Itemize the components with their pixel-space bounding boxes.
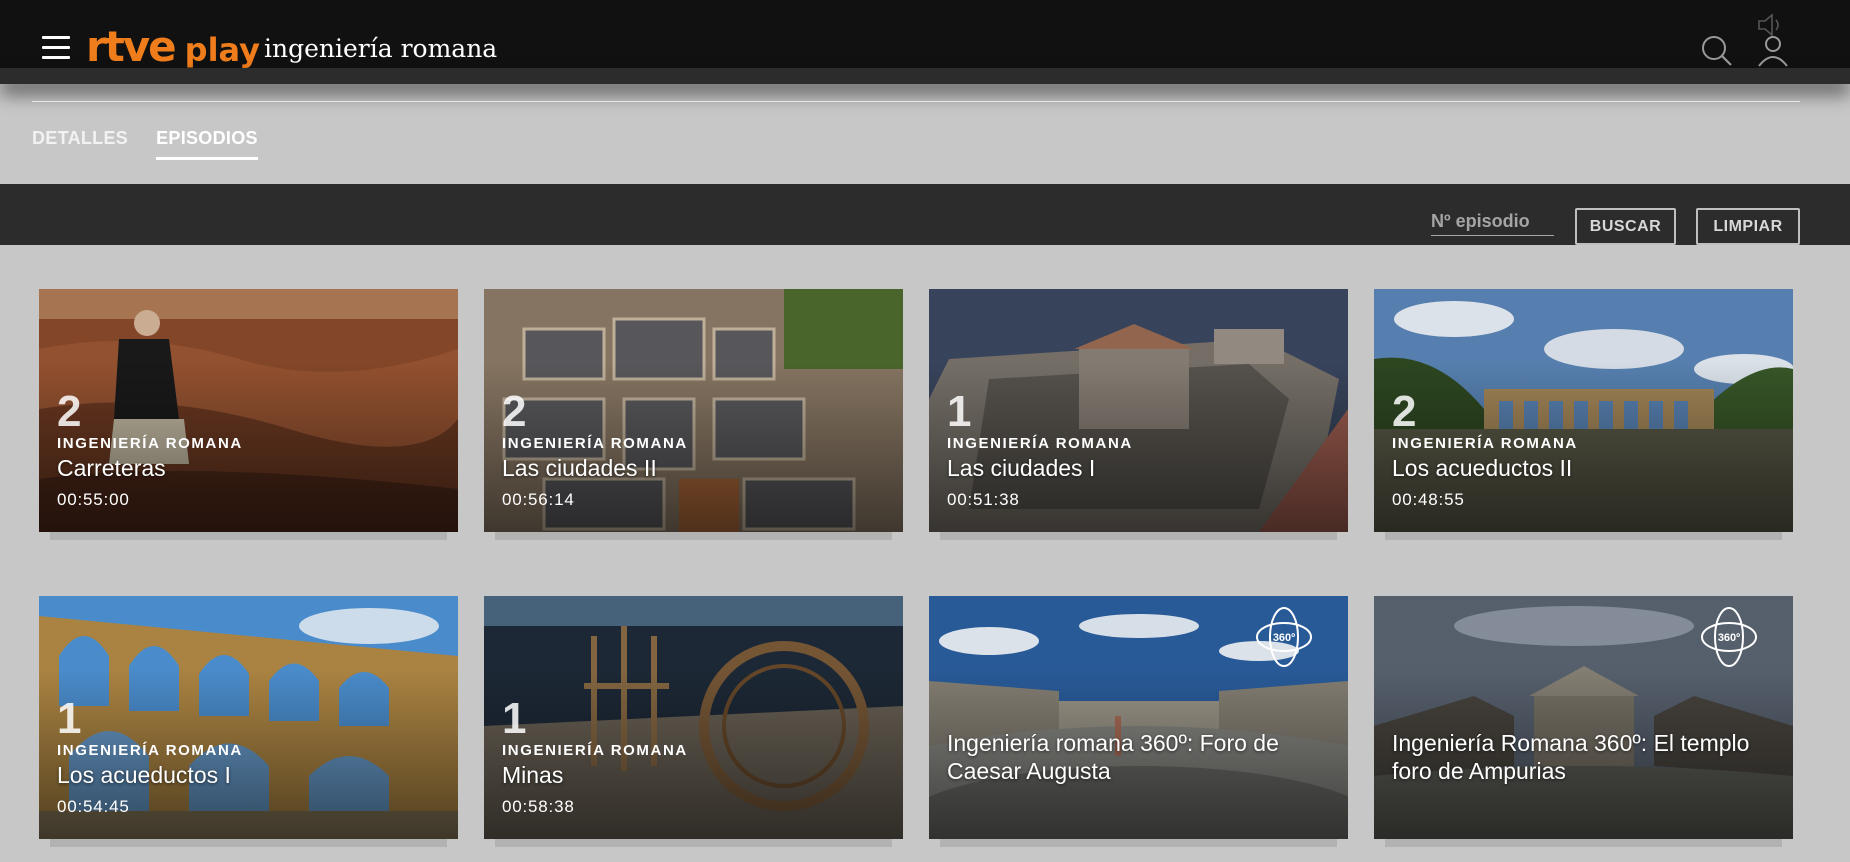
hamburger-menu-icon[interactable] <box>42 36 70 60</box>
360-video-icon: 360º <box>1256 606 1312 668</box>
rtve-play-logo[interactable]: rtve play <box>86 22 260 72</box>
episode-duration: 00:55:00 <box>57 490 130 509</box>
episode-title: Minas <box>502 762 564 788</box>
episode-title: Ingeniería Romana 360º: El templo foro d… <box>1392 730 1750 784</box>
episode-filter-bar: BUSCAR LIMPIAR <box>0 184 1850 245</box>
episode-card[interactable]: 2 INGENIERÍA ROMANA Las ciudades II 00:5… <box>484 289 903 540</box>
search-button[interactable]: BUSCAR <box>1575 208 1676 245</box>
page-title: ingeniería romana <box>264 34 498 63</box>
series-name: INGENIERÍA ROMANA <box>57 435 243 452</box>
episode-duration: 00:54:45 <box>57 797 130 816</box>
episode-duration: 00:48:55 <box>1392 490 1465 509</box>
episode-number: 2 <box>1392 387 1417 436</box>
episode-number: 1 <box>947 387 972 436</box>
svg-text:360º: 360º <box>1718 632 1740 644</box>
svg-text:360º: 360º <box>1273 632 1295 644</box>
divider <box>32 101 1800 102</box>
series-name: INGENIERÍA ROMANA <box>57 742 243 759</box>
episode-title: Los acueductos I <box>57 762 231 788</box>
episode-number-input[interactable] <box>1431 208 1554 236</box>
tab-episodios[interactable]: EPISODIOS <box>156 128 258 160</box>
episode-title: Las ciudades II <box>502 455 657 481</box>
episode-title: Las ciudades I <box>947 455 1096 481</box>
user-icon[interactable] <box>1756 34 1790 68</box>
search-icon[interactable] <box>1700 34 1734 68</box>
series-name: INGENIERÍA ROMANA <box>947 435 1133 452</box>
episode-card[interactable]: 2 INGENIERÍA ROMANA Los acueductos II 00… <box>1374 289 1793 540</box>
episode-duration: 00:51:38 <box>947 490 1020 509</box>
episode-number: 2 <box>502 387 527 436</box>
episode-title: Los acueductos II <box>1392 455 1573 481</box>
series-name: INGENIERÍA ROMANA <box>502 742 688 759</box>
tab-bar: DETALLES EPISODIOS <box>32 128 258 160</box>
episode-title: Ingeniería romana 360º: Foro de Caesar A… <box>947 730 1279 784</box>
series-name: INGENIERÍA ROMANA <box>1392 435 1578 452</box>
episode-duration: 00:56:14 <box>502 490 575 509</box>
episode-card[interactable]: 1 INGENIERÍA ROMANA Las ciudades I 00:51… <box>929 289 1348 540</box>
episode-number: 1 <box>502 694 527 743</box>
episode-card[interactable]: 1 INGENIERÍA ROMANA Los acueductos I 00:… <box>39 596 458 847</box>
clear-button[interactable]: LIMPIAR <box>1696 208 1800 245</box>
header-shadow <box>0 68 1850 84</box>
top-navigation-bar: rtve play ingeniería romana <box>0 0 1850 71</box>
episode-grid: 2 INGENIERÍA ROMANA Carreteras 00:55:00 <box>39 289 1793 847</box>
logo-play-text: play <box>184 31 260 69</box>
episode-number: 1 <box>57 694 82 743</box>
logo-rtve-text: rtve <box>86 22 177 71</box>
episode-title: Carreteras <box>57 455 166 481</box>
episode-number: 2 <box>57 387 82 436</box>
episode-duration: 00:58:38 <box>502 797 575 816</box>
episode-card[interactable]: 1 INGENIERÍA ROMANA Minas 00:58:38 <box>484 596 903 847</box>
tab-detalles[interactable]: DETALLES <box>32 128 128 160</box>
episode-card[interactable]: 2 INGENIERÍA ROMANA Carreteras 00:55:00 <box>39 289 458 540</box>
series-name: INGENIERÍA ROMANA <box>502 435 688 452</box>
episode-card[interactable]: 360º Ingeniería romana 360º: Foro de Cae… <box>929 596 1348 847</box>
episode-card[interactable]: 360º Ingeniería Romana 360º: El templo f… <box>1374 596 1793 847</box>
360-video-icon: 360º <box>1701 606 1757 668</box>
